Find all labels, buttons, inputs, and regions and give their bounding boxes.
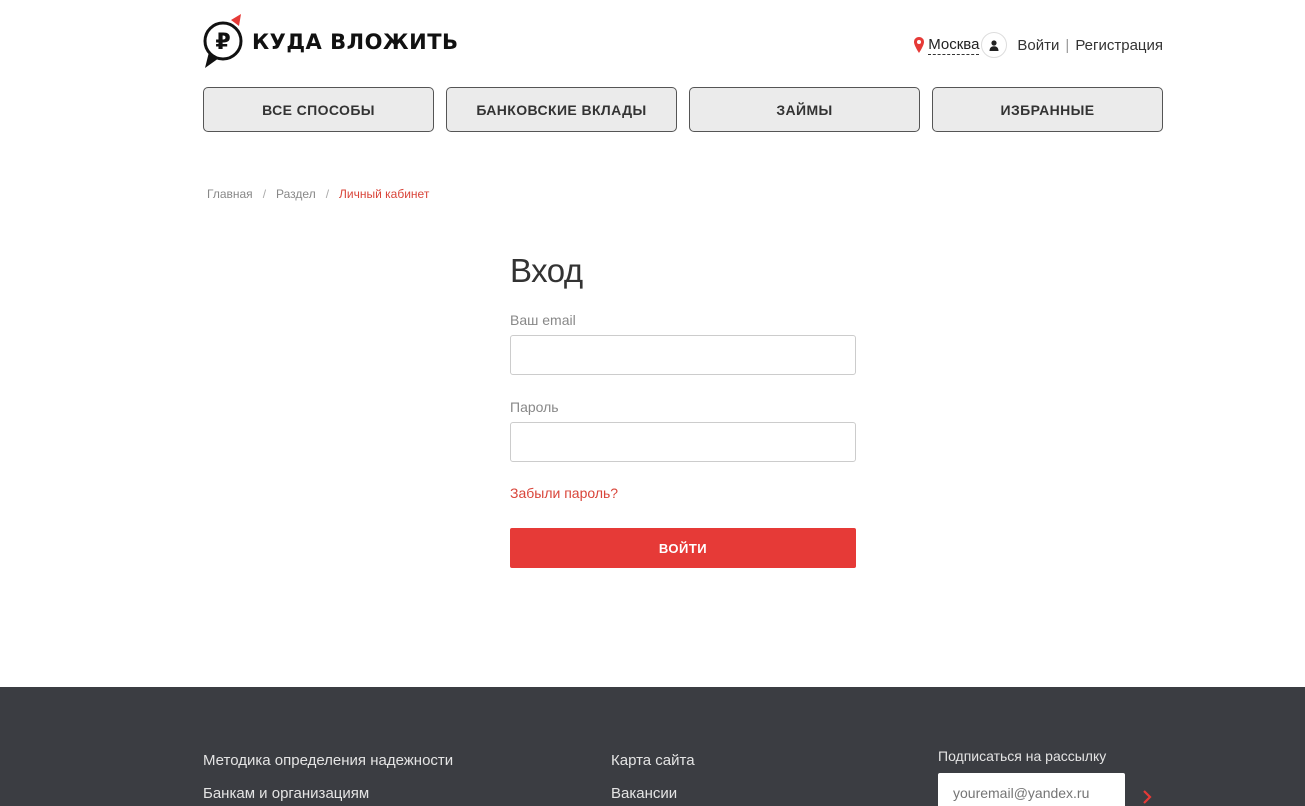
email-label: Ваш email <box>510 312 576 328</box>
chevron-right-icon[interactable] <box>1137 787 1157 806</box>
footer-link-methodology[interactable]: Методика определения надежности <box>203 751 453 770</box>
city-selector[interactable]: Москва <box>914 35 980 55</box>
city-name: Москва <box>928 35 980 55</box>
header: ₽ КУДА ВЛОЖИТЬ Москва Войти | Регистраци… <box>203 12 1163 72</box>
forgot-password-link[interactable]: Забыли пароль? <box>510 485 856 501</box>
svg-text:₽: ₽ <box>215 30 230 55</box>
breadcrumb-home[interactable]: Главная <box>207 187 253 201</box>
nav-bank-deposits[interactable]: БАНКОВСКИЕ ВКЛАДЫ <box>446 87 677 132</box>
footer-link-vacancies[interactable]: Вакансии <box>611 784 695 803</box>
subscribe-email-input[interactable] <box>938 773 1125 806</box>
register-link[interactable]: Регистрация <box>1075 37 1163 54</box>
main-nav: ВСЕ СПОСОБЫ БАНКОВСКИЕ ВКЛАДЫ ЗАЙМЫ ИЗБР… <box>203 87 1163 132</box>
footer-column-2: Карта сайта Вакансии <box>611 751 695 806</box>
subscribe-block: Подписаться на рассылку <box>938 748 1157 806</box>
login-form: Вход Ваш email Пароль Забыли пароль? ВОЙ… <box>510 252 856 568</box>
breadcrumb: Главная / Раздел / Личный кабинет <box>207 187 429 201</box>
ruble-logo-icon: ₽ <box>203 14 243 68</box>
footer-link-banks[interactable]: Банкам и организациям <box>203 784 453 803</box>
footer: Методика определения надежности Банкам и… <box>0 687 1305 806</box>
breadcrumb-separator: / <box>262 187 267 201</box>
location-pin-icon <box>914 36 925 53</box>
subscribe-row <box>938 773 1157 806</box>
page-title: Вход <box>510 252 583 289</box>
auth-separator: | <box>1065 36 1070 54</box>
user-area: Москва Войти | Регистрация <box>914 32 1163 58</box>
password-input[interactable] <box>510 422 856 462</box>
person-icon <box>989 39 999 51</box>
nav-favorites[interactable]: ИЗБРАННЫЕ <box>932 87 1163 132</box>
subscribe-label: Подписаться на рассылку <box>938 748 1107 764</box>
footer-link-sitemap[interactable]: Карта сайта <box>611 751 695 770</box>
breadcrumb-section[interactable]: Раздел <box>276 187 316 201</box>
user-icon[interactable] <box>981 32 1008 58</box>
footer-column-1: Методика определения надежности Банкам и… <box>203 751 453 806</box>
login-link[interactable]: Войти <box>1017 37 1059 54</box>
nav-all-methods[interactable]: ВСЕ СПОСОБЫ <box>203 87 434 132</box>
logo[interactable]: ₽ КУДА ВЛОЖИТЬ <box>203 12 459 70</box>
login-submit-button[interactable]: ВОЙТИ <box>510 528 856 568</box>
breadcrumb-current: Личный кабинет <box>339 187 430 201</box>
email-input[interactable] <box>510 335 856 375</box>
logo-text: КУДА ВЛОЖИТЬ <box>252 30 459 54</box>
nav-loans[interactable]: ЗАЙМЫ <box>689 87 920 132</box>
password-label: Пароль <box>510 399 559 415</box>
breadcrumb-separator: / <box>325 187 330 201</box>
